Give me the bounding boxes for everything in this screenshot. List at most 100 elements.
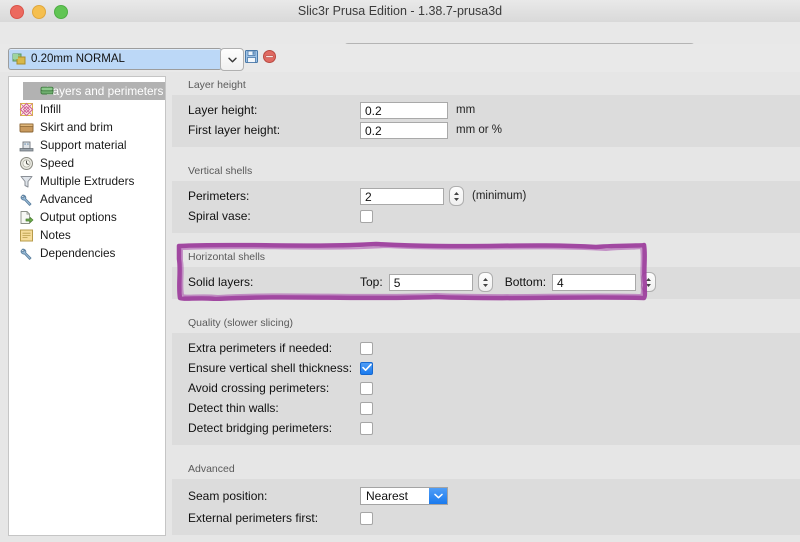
preset-toolbar: 0.20mm NORMAL [0, 44, 800, 72]
save-preset-button[interactable] [242, 50, 260, 68]
section-divider [172, 445, 800, 456]
ensure-vertical-shell-thickness-checkbox[interactable] [360, 362, 373, 375]
settings-panel: Layer height Layer height: 0.2 mm First … [172, 72, 800, 542]
field-row-ensure-vertical-shell-thickness: Ensure vertical shell thickness: [172, 358, 800, 378]
section-heading-quality: Quality (slower slicing) [172, 310, 800, 333]
avoid-crossing-perimeters-checkbox[interactable] [360, 382, 373, 395]
chevron-down-icon[interactable] [429, 488, 447, 504]
solid-layers-top-stepper[interactable] [478, 272, 493, 292]
field-row-solid-layers: Solid layers: Top: 5 Bottom: 4 [172, 272, 800, 292]
perimeters-label: Perimeters: [188, 189, 360, 203]
sidebar-item-support-material[interactable]: Support material [9, 136, 165, 154]
detect-bridging-perimeters-label: Detect bridging perimeters: [188, 421, 360, 435]
section-heading-advanced: Advanced [172, 456, 800, 479]
extra-perimeters-label: Extra perimeters if needed: [188, 341, 360, 355]
sidebar-item-skirt-and-brim[interactable]: Skirt and brim [9, 118, 165, 136]
perimeters-input[interactable]: 2 [360, 188, 444, 205]
remove-circle-icon [262, 49, 277, 69]
settings-category-list[interactable]: Layers and perimeters Infill Skirt a [8, 76, 166, 536]
field-row-detect-thin-walls: Detect thin walls: [172, 398, 800, 418]
detect-thin-walls-checkbox[interactable] [360, 402, 373, 415]
solid-layers-bottom-stepper[interactable] [641, 272, 656, 292]
sidebar-item-notes[interactable]: Notes [9, 226, 165, 244]
window-title: Slic3r Prusa Edition - 1.38.7-prusa3d [0, 0, 800, 22]
first-layer-height-input[interactable]: 0.2 [360, 122, 448, 139]
field-row-external-perimeters-first: External perimeters first: [172, 508, 800, 528]
field-row-layer-height: Layer height: 0.2 mm [172, 100, 800, 120]
field-row-perimeters: Perimeters: 2 (minimum) [172, 186, 800, 206]
sidebar-item-output-options[interactable]: Output options [9, 208, 165, 226]
extra-perimeters-checkbox[interactable] [360, 342, 373, 355]
section-divider [172, 147, 800, 158]
layer-height-unit: mm [456, 104, 475, 116]
sidebar-item-label: Multiple Extruders [40, 172, 134, 190]
first-layer-height-unit: mm or % [456, 124, 502, 136]
preset-flag-icon [12, 53, 26, 66]
field-row-first-layer-height: First layer height: 0.2 mm or % [172, 120, 800, 140]
wrench-icon [19, 246, 34, 261]
external-perimeters-first-label: External perimeters first: [188, 511, 360, 525]
delete-preset-button[interactable] [260, 50, 278, 68]
section-body-horizontal-shells: Solid layers: Top: 5 Bottom: 4 [172, 267, 800, 299]
field-row-detect-bridging-perimeters: Detect bridging perimeters: [172, 418, 800, 438]
solid-layers-label: Solid layers: [188, 275, 360, 289]
section-heading-vertical-shells: Vertical shells [172, 158, 800, 181]
detect-bridging-perimeters-checkbox[interactable] [360, 422, 373, 435]
layer-height-input[interactable]: 0.2 [360, 102, 448, 119]
sidebar-item-label: Layers and perimeters [46, 82, 163, 100]
solid-layers-bottom-input[interactable]: 4 [552, 274, 636, 291]
funnel-icon [19, 174, 34, 189]
sidebar-item-infill[interactable]: Infill [9, 100, 165, 118]
checkmark-icon [362, 359, 372, 377]
section-body-quality: Extra perimeters if needed: Ensure verti… [172, 333, 800, 445]
sidebar-item-advanced[interactable]: Advanced [9, 190, 165, 208]
sidebar-item-speed[interactable]: Speed [9, 154, 165, 172]
sidebar-item-multiple-extruders[interactable]: Multiple Extruders [9, 172, 165, 190]
sidebar-item-label: Advanced [40, 190, 92, 208]
layer-height-label: Layer height: [188, 103, 360, 117]
app-window: Slic3r Prusa Edition - 1.38.7-prusa3d Pl… [0, 0, 800, 542]
field-row-extra-perimeters: Extra perimeters if needed: [172, 338, 800, 358]
sidebar-item-dependencies[interactable]: Dependencies [9, 244, 165, 262]
first-layer-height-label: First layer height: [188, 123, 360, 137]
solid-layers-top-label: Top: [360, 275, 383, 289]
field-row-seam-position: Seam position: Nearest [172, 484, 800, 508]
clock-icon [19, 156, 34, 171]
sidebar-item-layers-and-perimeters[interactable]: Layers and perimeters [23, 82, 165, 100]
seam-position-value: Nearest [361, 489, 408, 503]
field-row-avoid-crossing-perimeters: Avoid crossing perimeters: [172, 378, 800, 398]
sidebar-item-label: Speed [40, 154, 74, 172]
preset-name: 0.20mm NORMAL [31, 53, 125, 65]
section-divider [172, 299, 800, 310]
section-body-layer-height: Layer height: 0.2 mm First layer height:… [172, 95, 800, 147]
ensure-vertical-shell-thickness-label: Ensure vertical shell thickness: [188, 361, 360, 375]
section-body-advanced: Seam position: Nearest External perimete… [172, 479, 800, 535]
solid-layers-top-input[interactable]: 5 [389, 274, 473, 291]
sidebar-item-label: Notes [40, 226, 71, 244]
section-divider [172, 233, 800, 244]
tab-bar-area: Plater Print Settings Filament Settings … [0, 22, 800, 44]
export-file-icon [19, 210, 34, 225]
avoid-crossing-perimeters-label: Avoid crossing perimeters: [188, 381, 360, 395]
section-heading-horizontal-shells: Horizontal shells [172, 244, 800, 267]
perimeters-unit: (minimum) [472, 190, 526, 202]
external-perimeters-first-checkbox[interactable] [360, 512, 373, 525]
infill-icon [19, 102, 34, 117]
field-row-spiral-vase: Spiral vase: [172, 206, 800, 226]
wrench-icon [19, 192, 34, 207]
preset-combobox[interactable]: 0.20mm NORMAL [8, 48, 222, 70]
box-icon [19, 120, 34, 135]
detect-thin-walls-label: Detect thin walls: [188, 401, 360, 415]
sidebar-item-label: Support material [40, 136, 127, 154]
support-icon [19, 138, 34, 153]
sidebar-item-label: Infill [40, 100, 61, 118]
sidebar-item-label: Output options [40, 208, 117, 226]
preset-dropdown-button[interactable] [220, 48, 244, 71]
seam-position-select[interactable]: Nearest [360, 487, 448, 505]
seam-position-label: Seam position: [188, 489, 360, 503]
sidebar-item-label: Skirt and brim [40, 118, 113, 136]
spiral-vase-label: Spiral vase: [188, 209, 360, 223]
floppy-save-icon [244, 49, 259, 69]
spiral-vase-checkbox[interactable] [360, 210, 373, 223]
perimeters-stepper[interactable] [449, 186, 464, 206]
